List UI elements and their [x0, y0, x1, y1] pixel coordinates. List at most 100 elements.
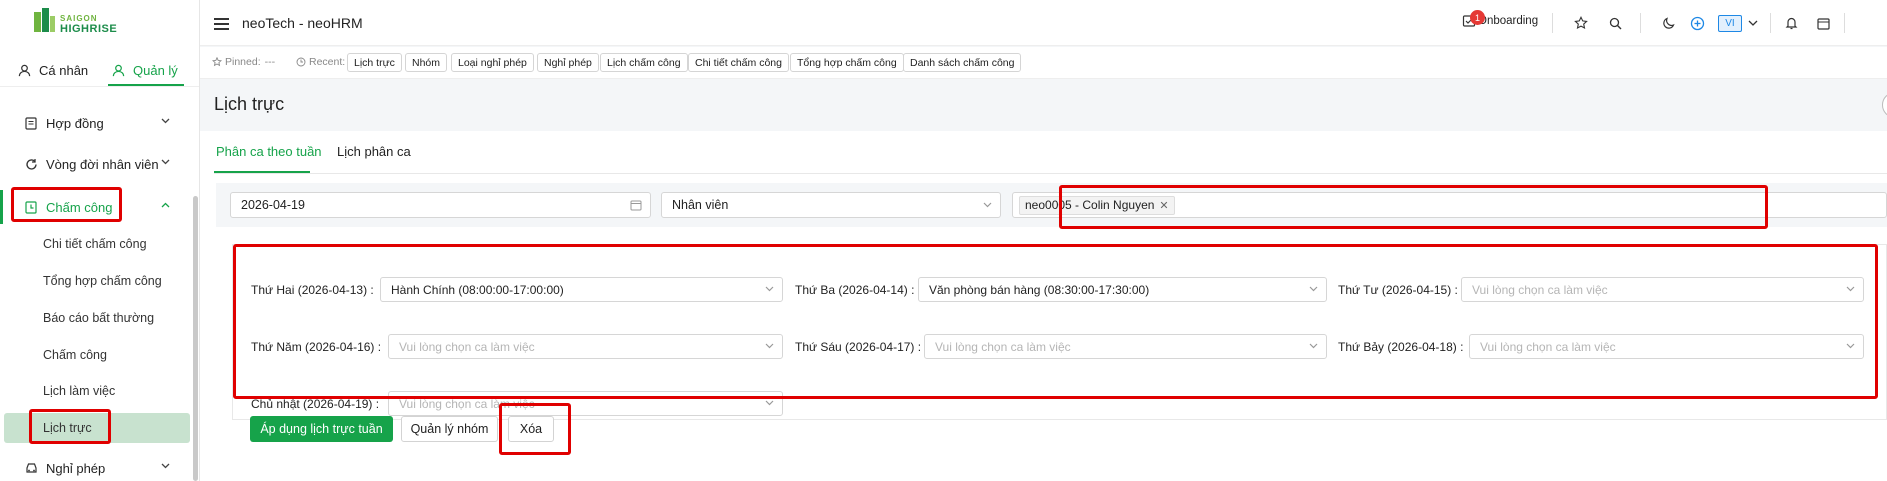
header-divider: [1770, 13, 1771, 33]
recent-chip[interactable]: Nghỉ phép: [537, 53, 599, 72]
filter-bar: 2026-04-19 Nhân viên neo0005 - Colin Ngu…: [216, 183, 1887, 227]
sidebar: SAIGON HIGHRISE Cá nhân Quản lý Hợp đồng…: [0, 0, 200, 481]
sidebar-item-employee-lifecycle[interactable]: Vòng đời nhân viên: [0, 147, 192, 181]
day-label-friday: Thứ Sáu (2026-04-17) :: [795, 340, 922, 354]
day-label-monday: Thứ Hai (2026-04-13) :: [251, 283, 374, 297]
sidebar-subitem-timekeeping-summary[interactable]: Tổng hợp chấm công: [0, 266, 192, 296]
shift-placeholder: Vui lòng chọn ca làm việc: [399, 339, 535, 354]
chevron-down-icon: [1309, 286, 1318, 292]
sidebar-item-timekeeping[interactable]: Chấm công: [0, 190, 192, 224]
chevron-down-icon: [161, 463, 170, 469]
sidebar-subitem-label: Chi tiết chấm công: [43, 237, 147, 251]
content-card: Phân ca theo tuần Lịch phân ca 2026-04-1…: [200, 131, 1887, 481]
moon-icon[interactable]: [1660, 14, 1678, 32]
add-circle-icon[interactable]: [1688, 14, 1706, 32]
chevron-down-icon: [765, 286, 774, 292]
manage-groups-button[interactable]: Quản lý nhóm: [401, 416, 498, 442]
recent-chip[interactable]: Danh sách chấm công: [903, 53, 1022, 72]
sidebar-subitem-anomaly-report[interactable]: Báo cáo bất thường: [0, 303, 192, 333]
recent-chip[interactable]: Chi tiết chấm công: [688, 53, 789, 72]
shift-select-friday[interactable]: Vui lòng chọn ca làm việc: [924, 334, 1327, 359]
top-header: neoTech - neoHRM 1 Onboarding VI: [200, 0, 1887, 46]
header-divider: [1640, 13, 1641, 33]
recent-chip[interactable]: Loại nghỉ phép: [451, 53, 534, 72]
sidebar-item-contracts[interactable]: Hợp đồng: [0, 106, 192, 140]
sidebar-scrollbar[interactable]: [193, 196, 198, 481]
sidebar-subitem-work-schedule[interactable]: Lịch làm việc: [0, 376, 192, 406]
cycle-icon: [24, 157, 38, 171]
apply-weekly-schedule-button[interactable]: Áp dụng lịch trực tuần: [250, 416, 393, 442]
onboarding-button[interactable]: 1 Onboarding: [1462, 10, 1539, 28]
sidebar-item-leave[interactable]: Nghỉ phép: [0, 451, 192, 481]
chevron-up-icon: [161, 202, 170, 208]
language-selector[interactable]: VI: [1718, 15, 1742, 32]
chevron-down-icon: [765, 343, 774, 349]
pinned-label: Pinned:: [225, 56, 261, 68]
sidebar-item-label: Chấm công: [46, 199, 113, 215]
app-title: neoTech - neoHRM: [242, 15, 363, 31]
user-manage-icon: [112, 64, 125, 76]
star-small-icon: [212, 57, 222, 67]
logo-mark-icon: [34, 8, 55, 32]
employee-tag-label: neo0005 - Colin Nguyen: [1025, 198, 1155, 212]
filter-type-select[interactable]: Nhân viên: [661, 192, 1001, 218]
sidebar-subitem-duty-schedule[interactable]: Lịch trực: [4, 413, 190, 443]
shift-select-thursday[interactable]: Vui lòng chọn ca làm việc: [388, 334, 783, 359]
sidebar-subitem-timekeeping[interactable]: Chấm công: [0, 340, 192, 370]
sidebar-subitem-label: Chấm công: [43, 348, 107, 362]
day-label-tuesday: Thứ Ba (2026-04-14) :: [795, 283, 915, 297]
role-tabs: Cá nhân Quản lý: [0, 54, 199, 86]
day-label-saturday: Thứ Bảy (2026-04-18) :: [1338, 340, 1464, 354]
recent-chip[interactable]: Lịch trực: [347, 53, 402, 72]
sidebar-subitem-label: Báo cáo bất thường: [43, 311, 155, 325]
shift-select-saturday[interactable]: Vui lòng chọn ca làm việc: [1469, 334, 1864, 359]
role-tab-personal-label: Cá nhân: [39, 62, 89, 78]
sidebar-item-label: Hợp đồng: [46, 115, 104, 131]
bell-icon[interactable]: [1782, 14, 1800, 32]
contract-icon: [24, 116, 38, 130]
close-icon[interactable]: ✕: [1159, 199, 1168, 212]
onboarding-label: Onboarding: [1478, 15, 1539, 27]
logo-text-top: SAIGON: [60, 14, 98, 23]
chevron-down-icon: [765, 400, 774, 406]
chevron-down-icon[interactable]: [1744, 14, 1762, 32]
sidebar-item-label: Nghỉ phép: [46, 460, 106, 476]
employee-tag[interactable]: neo0005 - Colin Nguyen ✕: [1019, 195, 1175, 215]
star-icon[interactable]: [1572, 14, 1590, 32]
sidebar-item-label: Vòng đời nhân viên: [46, 156, 159, 172]
role-tab-manage[interactable]: Quản lý: [112, 54, 178, 86]
shift-select-monday[interactable]: Hành Chính (08:00:00-17:00:00): [380, 277, 783, 302]
role-tab-personal[interactable]: Cá nhân: [18, 54, 88, 86]
date-picker[interactable]: 2026-04-19: [230, 192, 651, 218]
menu-toggle-icon[interactable]: [214, 18, 229, 30]
tab-shift-schedule[interactable]: Lịch phân ca: [337, 144, 411, 159]
shift-select-wednesday[interactable]: Vui lòng chọn ca làm việc: [1461, 277, 1864, 302]
pinned-bar: Pinned: --- Recent: Lịch trực Nhóm Loại …: [200, 47, 1887, 79]
role-divider: [0, 86, 199, 87]
employee-multiselect[interactable]: neo0005 - Colin Nguyen ✕: [1012, 192, 1887, 218]
shift-value: Văn phòng bán hàng (08:30:00-17:30:00): [929, 282, 1150, 297]
sidebar-subitem-label: Tổng hợp chấm công: [43, 274, 162, 288]
calendar-icon[interactable]: [1814, 14, 1832, 32]
shift-value: Hành Chính (08:00:00-17:00:00): [391, 282, 564, 297]
page-action-button[interactable]: [1882, 92, 1887, 118]
company-logo[interactable]: SAIGON HIGHRISE: [32, 6, 136, 36]
shift-placeholder: Vui lòng chọn ca làm việc: [1480, 339, 1616, 354]
tab-weekly-shift[interactable]: Phân ca theo tuần: [216, 144, 322, 159]
page-header: Lịch trực: [200, 80, 1887, 130]
shift-placeholder: Vui lòng chọn ca làm việc: [1472, 282, 1608, 297]
recent-chip[interactable]: Tổng hợp chấm công: [790, 53, 904, 72]
recent-chip[interactable]: Nhóm: [405, 53, 448, 72]
chevron-down-icon: [1309, 343, 1318, 349]
calendar-icon: [630, 200, 642, 211]
delete-button[interactable]: Xóa: [508, 416, 554, 442]
shift-select-tuesday[interactable]: Văn phòng bán hàng (08:30:00-17:30:00): [918, 277, 1327, 302]
shift-select-sunday[interactable]: Vui lòng chọn ca làm việc: [388, 391, 783, 416]
pinned-section: Pinned: ---: [212, 56, 275, 68]
shift-placeholder: Vui lòng chọn ca làm việc: [399, 396, 535, 411]
recent-chip[interactable]: Lịch chấm công: [600, 53, 688, 72]
sidebar-subitem-timekeeping-detail[interactable]: Chi tiết chấm công: [0, 229, 192, 259]
search-icon[interactable]: [1606, 14, 1624, 32]
chevron-down-icon: [983, 202, 992, 208]
timekeeping-icon: [24, 200, 38, 214]
